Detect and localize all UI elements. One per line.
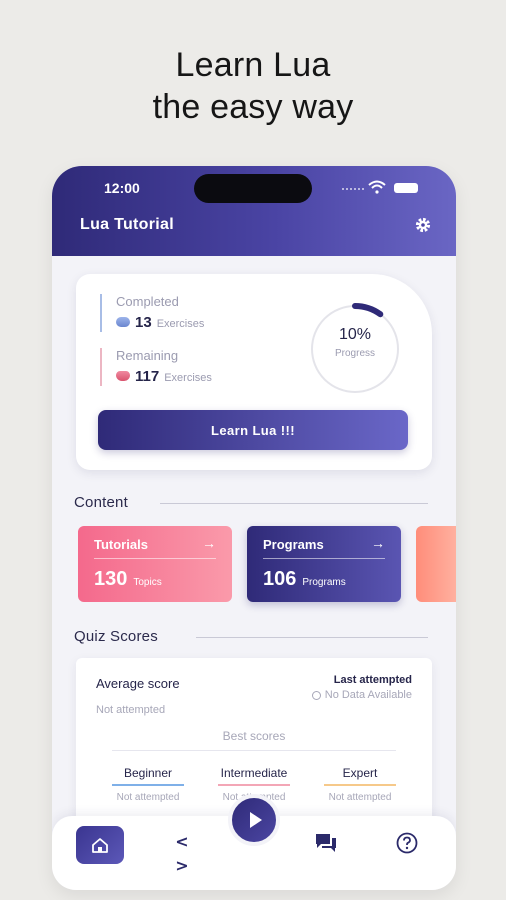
app-bar: 12:00 Lua Tutorial	[52, 166, 456, 256]
level-underline	[218, 784, 290, 786]
programs-count-value: 106	[263, 568, 297, 590]
progress-label: Progress	[334, 348, 375, 359]
content-section-title: Content	[74, 494, 128, 511]
programs-card-name: Programs	[263, 537, 324, 552]
level-name: Beginner	[123, 766, 173, 780]
best-scores-label: Best scores	[222, 729, 286, 743]
learn-lua-button[interactable]: Learn Lua !!!	[98, 410, 408, 450]
quiz-section-title: Quiz Scores	[74, 628, 158, 645]
level-underline	[112, 784, 184, 786]
remaining-count: 117	[135, 368, 160, 385]
play-icon	[250, 812, 262, 828]
level-expert: Expert Not attempted	[308, 766, 412, 803]
arrow-right-icon: →	[202, 535, 216, 551]
card-divider	[94, 558, 216, 559]
wifi-icon	[368, 180, 386, 194]
remaining-label: Remaining	[116, 348, 179, 363]
level-name: Intermediate	[220, 766, 288, 780]
last-attempted-value: No Data Available	[311, 689, 412, 701]
best-scores-divider	[112, 750, 396, 751]
app-title: Lua Tutorial	[80, 216, 174, 233]
completed-stat: Completed 13 Exercises	[100, 294, 204, 332]
content-card-partial[interactable]	[416, 526, 456, 602]
card-divider	[263, 558, 385, 559]
chat-icon[interactable]	[314, 832, 338, 854]
tutorials-count-unit: Topics	[133, 577, 162, 588]
bottom-nav: < >	[52, 794, 456, 890]
status-time: 12:00	[104, 180, 140, 196]
completed-icon	[116, 317, 130, 327]
nav-home-button[interactable]	[76, 826, 124, 864]
level-value: Not attempted	[116, 792, 180, 803]
average-score-label: Average score	[96, 676, 180, 691]
tutorials-count: 130 Topics	[94, 568, 162, 591]
last-attempted-text: No Data Available	[324, 689, 412, 701]
headline-line-1: Learn Lua	[175, 46, 331, 84]
progress-percent: 10%	[338, 326, 372, 343]
level-underline	[324, 784, 396, 786]
programs-card[interactable]: Programs → 106 Programs	[247, 526, 401, 602]
completed-unit: Exercises	[156, 318, 205, 330]
quiz-divider	[196, 637, 428, 638]
home-icon	[92, 838, 108, 853]
progress-card: Completed 13 Exercises Remaining 117 Exe…	[76, 274, 432, 470]
nav-play-button[interactable]	[228, 794, 280, 846]
level-beginner: Beginner Not attempted	[96, 766, 200, 803]
programs-count: 106 Programs	[263, 568, 346, 591]
headline-line-2: the easy way	[152, 88, 354, 126]
level-value: Not attempted	[328, 792, 392, 803]
arrow-right-icon: →	[371, 535, 385, 551]
help-icon[interactable]	[396, 832, 418, 854]
code-icon[interactable]: < >	[170, 830, 194, 875]
average-score-value: Not attempted	[96, 704, 166, 716]
dynamic-island	[194, 174, 312, 203]
programs-count-unit: Programs	[302, 577, 346, 588]
completed-label: Completed	[116, 294, 179, 309]
remaining-unit: Exercises	[164, 372, 212, 384]
completed-count: 13	[135, 314, 152, 331]
tutorials-count-value: 130	[94, 568, 128, 590]
content-divider	[160, 503, 428, 504]
remaining-icon	[116, 371, 130, 381]
phone-screen: 12:00 Lua Tutorial Completed 13 Exercise…	[52, 166, 456, 890]
signal-icon	[342, 188, 364, 192]
battery-icon	[394, 183, 418, 193]
tutorials-card[interactable]: Tutorials → 130 Topics	[78, 526, 232, 602]
clock-icon	[311, 690, 321, 700]
last-attempted-label: Last attempted	[333, 674, 412, 686]
level-name: Expert	[342, 766, 378, 780]
marketing-headline: Learn Lua the easy way	[0, 44, 506, 128]
gear-icon[interactable]	[414, 216, 432, 234]
tutorials-card-name: Tutorials	[94, 537, 148, 552]
remaining-stat: Remaining 117 Exercises	[100, 348, 212, 386]
